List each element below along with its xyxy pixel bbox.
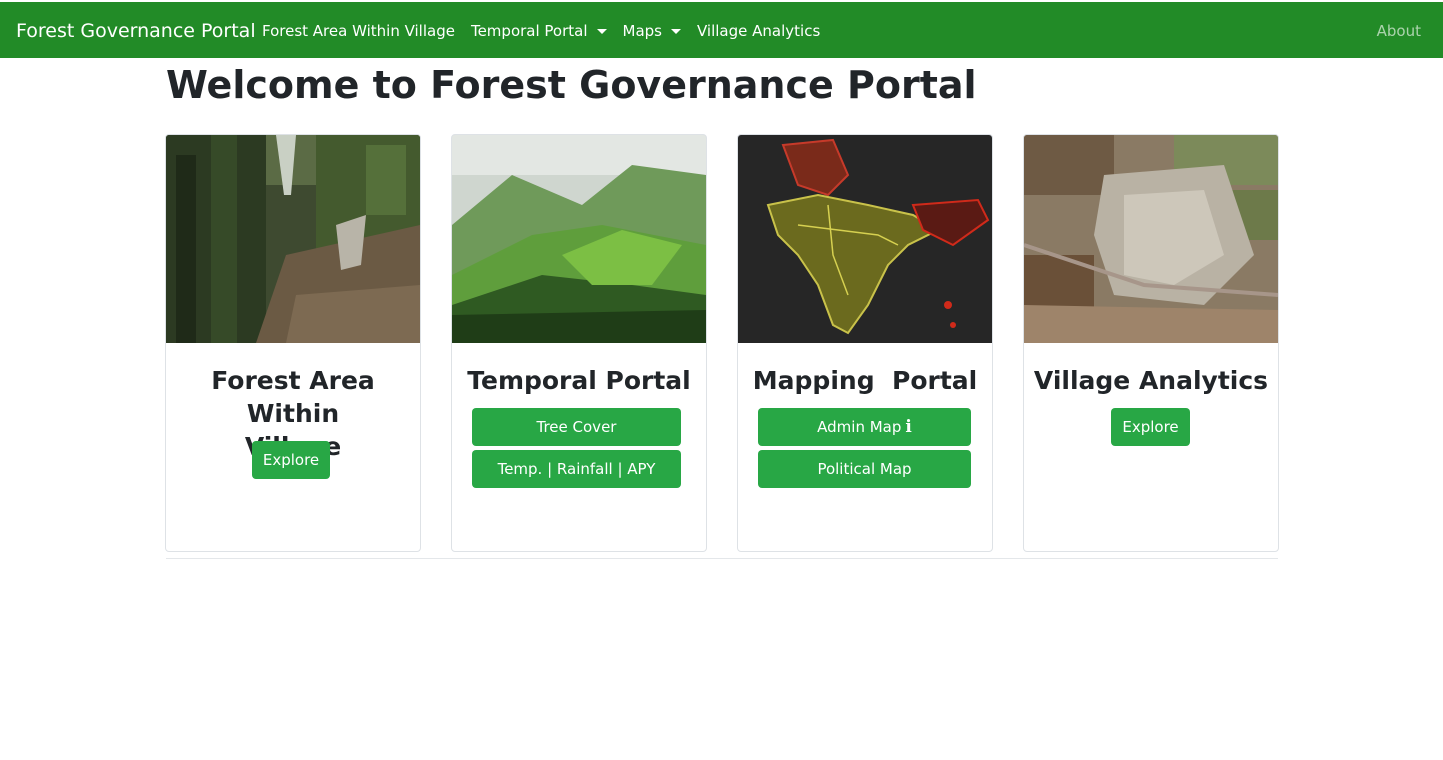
card-mapping-portal: Mapping Portal Admin Map i Political Map [737, 134, 993, 552]
tree-cover-button[interactable]: Tree Cover [472, 408, 681, 446]
card-title: Village Analytics [1033, 366, 1269, 395]
explore-button[interactable]: Explore [252, 441, 330, 479]
village-satellite-image [1024, 135, 1278, 343]
card-forest-area: Forest Area Within Village Explore [165, 134, 421, 552]
card-temporal-portal: Temporal Portal Tree Cover Temp. | Rainf… [451, 134, 707, 552]
nav-link-label: Forest Area Within Village [262, 22, 455, 40]
india-map-image [738, 135, 992, 343]
page-title: Welcome to Forest Governance Portal [166, 63, 977, 107]
top-navbar: Forest Governance Portal Forest Area Wit… [0, 2, 1443, 58]
nav-links: Forest Area Within Village Temporal Port… [262, 21, 836, 41]
section-divider [166, 558, 1278, 559]
info-icon: i [905, 417, 912, 437]
nav-link-label: Maps [622, 22, 662, 40]
hills-image [452, 135, 706, 343]
nav-link-village-analytics[interactable]: Village Analytics [697, 21, 820, 41]
forest-image [166, 135, 420, 343]
nav-link-label: Temporal Portal [470, 22, 588, 40]
admin-map-label: Admin Map [817, 418, 902, 436]
nav-link-label: Village Analytics [697, 22, 821, 40]
caret-down-icon [671, 28, 681, 34]
card-village-analytics: Village Analytics Explore [1023, 134, 1279, 552]
nav-link-maps[interactable]: Maps [623, 21, 681, 41]
navbar-brand[interactable]: Forest Governance Portal [16, 18, 256, 44]
card-title: Mapping Portal [752, 366, 978, 395]
nav-link-forest-area[interactable]: Forest Area Within Village [262, 21, 455, 41]
political-map-button[interactable]: Political Map [758, 450, 971, 488]
nav-link-about[interactable]: About [1377, 21, 1421, 41]
nav-link-temporal-portal[interactable]: Temporal Portal [471, 21, 607, 41]
caret-down-icon [596, 28, 607, 34]
admin-map-button[interactable]: Admin Map i [758, 408, 971, 446]
temp-rainfall-apy-button[interactable]: Temp. | Rainfall | APY [472, 450, 681, 488]
card-title: Temporal Portal [467, 366, 691, 395]
explore-button[interactable]: Explore [1111, 408, 1190, 446]
